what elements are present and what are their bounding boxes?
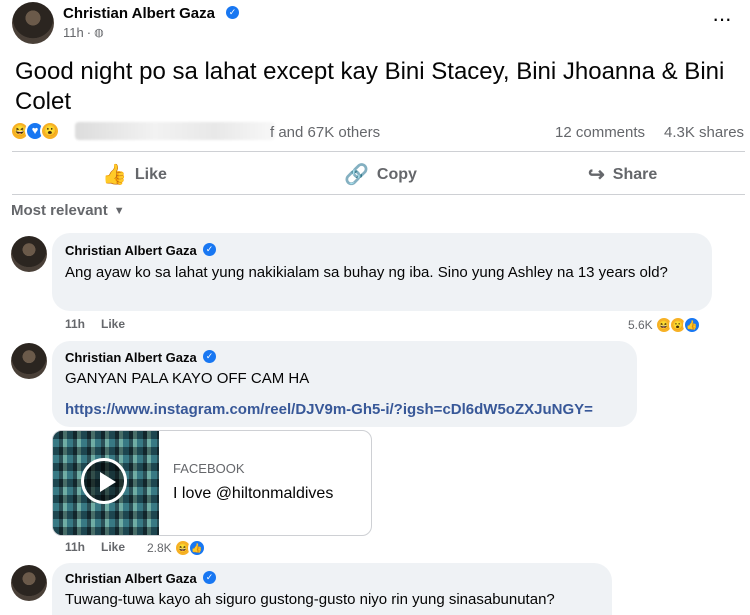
- thumbs-up-icon: 👍: [102, 164, 127, 186]
- comment-avatar[interactable]: [11, 236, 47, 272]
- link-icon: 🔗: [344, 164, 369, 186]
- separator-dot: ·: [86, 25, 92, 40]
- post-reaction-icons[interactable]: 😆 ♥ 😮: [10, 121, 60, 141]
- comment-time[interactable]: 11h: [65, 540, 85, 554]
- comment-text: GANYAN PALA KAYO OFF CAM HA: [65, 370, 310, 387]
- divider-bottom: [12, 194, 745, 195]
- play-button-icon[interactable]: [81, 458, 127, 504]
- card-title: I love @hiltonmaldives: [173, 485, 334, 502]
- globe-icon: ◍: [94, 27, 104, 39]
- post-author-avatar[interactable]: [12, 2, 54, 44]
- reaction-count: 2.8K: [147, 541, 172, 555]
- sort-label: Most relevant: [11, 202, 108, 219]
- comment-like-button[interactable]: Like: [101, 540, 125, 554]
- comment-author[interactable]: Christian Albert Gaza: [65, 350, 197, 365]
- comment-author[interactable]: Christian Albert Gaza: [65, 571, 197, 586]
- like-reaction-icon: 👍: [682, 316, 701, 334]
- redacted-names-blur: [75, 122, 275, 140]
- comment-avatar[interactable]: [11, 343, 47, 379]
- comment-reactions[interactable]: 2.8K 😆 👍: [147, 539, 206, 557]
- verified-badge-icon: ✓: [203, 243, 216, 256]
- comment-avatar[interactable]: [11, 565, 47, 601]
- post-author-name[interactable]: Christian Albert Gaza: [63, 5, 215, 22]
- comment-reactions[interactable]: 5.6K 😆 😮 👍: [628, 316, 701, 334]
- wow-reaction-icon: 😮: [40, 121, 60, 141]
- shares-count[interactable]: 4.3K shares: [664, 124, 744, 141]
- video-thumbnail[interactable]: [53, 431, 159, 535]
- share-arrow-icon: ↪: [588, 164, 605, 186]
- verified-badge-icon: ✓: [203, 350, 216, 363]
- comment-author[interactable]: Christian Albert Gaza: [65, 243, 197, 258]
- link-preview-card[interactable]: FACEBOOK I love @hiltonmaldives: [52, 430, 372, 536]
- comments-count[interactable]: 12 comments: [555, 124, 645, 141]
- comment-link[interactable]: https://www.instagram.com/reel/DJV9m-Gh5…: [65, 401, 593, 418]
- comment-like-button[interactable]: Like: [101, 317, 125, 331]
- card-source: FACEBOOK: [173, 461, 245, 476]
- comment-sort-dropdown[interactable]: Most relevant ▼: [11, 202, 125, 219]
- comment-text: Ang ayaw ko sa lahat yung nakikialam sa …: [65, 264, 668, 281]
- reactions-summary[interactable]: f and 67K others: [270, 124, 380, 141]
- post-text: Good night po sa lahat except kay Bini S…: [15, 58, 725, 115]
- share-button[interactable]: ↪ Share: [588, 162, 657, 187]
- comment-text: Tuwang-tuwa kayo ah siguro gustong-gusto…: [65, 591, 555, 608]
- post-time[interactable]: 11h: [63, 25, 84, 40]
- like-button[interactable]: 👍 Like: [102, 162, 167, 187]
- reaction-count: 5.6K: [628, 318, 653, 332]
- more-options-icon[interactable]: ···: [712, 6, 732, 32]
- copy-button[interactable]: 🔗 Copy: [344, 162, 417, 187]
- like-label: Like: [134, 165, 167, 183]
- divider-top: [12, 151, 745, 152]
- verified-badge-icon: ✓: [226, 6, 239, 19]
- copy-label: Copy: [376, 165, 417, 183]
- verified-badge-icon: ✓: [203, 571, 216, 584]
- comment-time[interactable]: 11h: [65, 317, 85, 331]
- share-label: Share: [612, 165, 658, 183]
- like-reaction-icon: 👍: [187, 539, 206, 557]
- caret-down-icon: ▼: [113, 204, 125, 217]
- post-meta: 11h · ◍: [63, 25, 104, 40]
